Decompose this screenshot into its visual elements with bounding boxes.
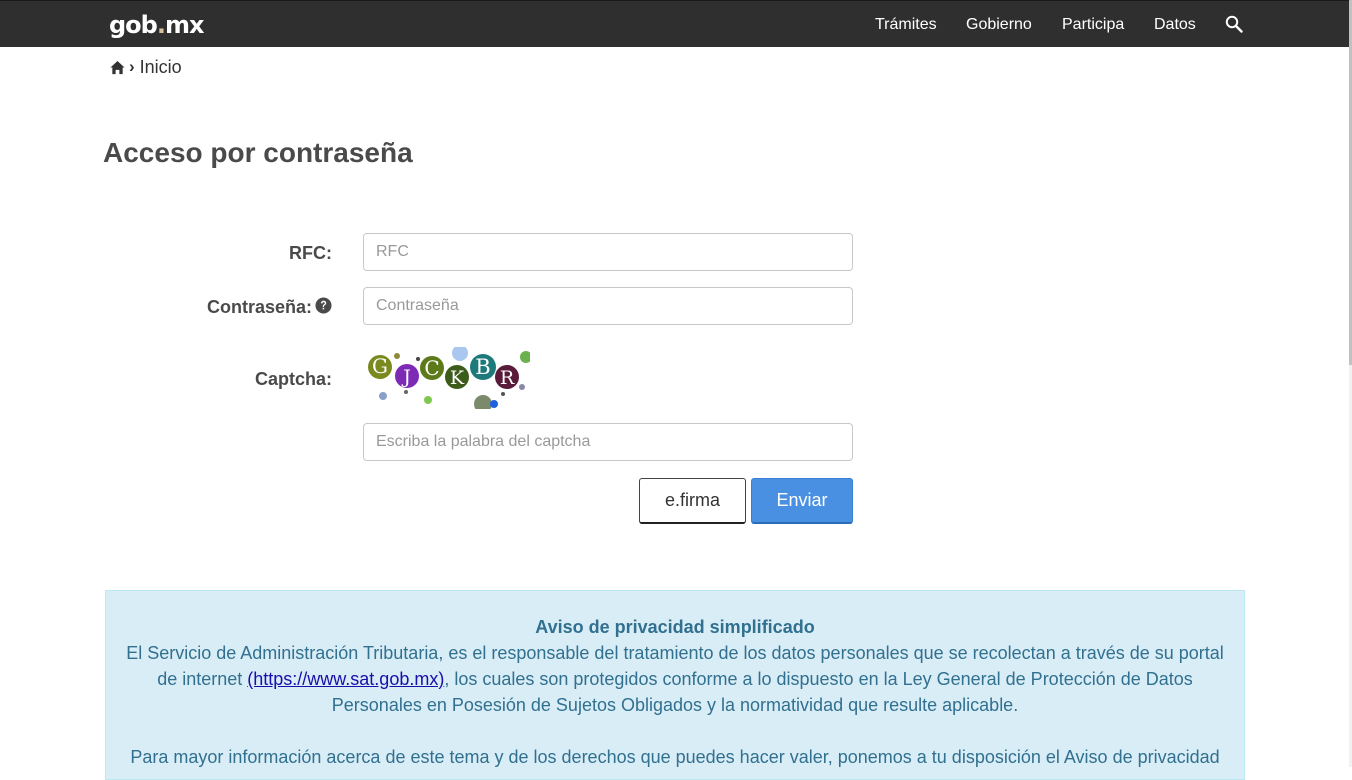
rfc-input[interactable] <box>363 233 853 271</box>
privacy-notice-title: Aviso de privacidad simplificado <box>535 617 815 637</box>
breadcrumb: › Inicio <box>110 57 182 77</box>
question-circle-icon[interactable] <box>315 297 332 314</box>
captcha-label: Captcha: <box>254 369 332 389</box>
gobmx-logo[interactable]: gob.mx <box>109 10 204 40</box>
nav-gobierno[interactable]: Gobierno <box>966 15 1032 35</box>
password-input[interactable] <box>363 287 853 325</box>
captcha-char: C <box>424 356 439 380</box>
logo-main-text: gob <box>109 11 158 39</box>
page-title: Acceso por contraseña <box>103 137 413 168</box>
captcha-char: K <box>450 367 465 389</box>
captcha-image: G J C K B R <box>368 347 530 409</box>
password-label-row: Contraseña: <box>150 296 332 318</box>
efirma-button[interactable]: e.firma <box>639 478 746 524</box>
password-label: Contraseña: <box>206 297 312 317</box>
captcha-input[interactable] <box>363 423 853 461</box>
breadcrumb-inicio[interactable]: Inicio <box>140 57 182 78</box>
search-icon[interactable] <box>1225 15 1243 33</box>
captcha-char: B <box>475 355 490 379</box>
submit-button[interactable]: Enviar <box>751 478 853 524</box>
captcha-char: G <box>372 354 388 378</box>
logo-suffix-text: mx <box>164 11 204 39</box>
top-navbar: gob.mx Trámites Gobierno Participa Datos <box>0 0 1349 47</box>
captcha-char: J <box>401 366 411 388</box>
rfc-label: RFC: <box>289 243 332 263</box>
breadcrumb-separator: › <box>129 57 135 76</box>
privacy-more-info: Para mayor información acerca de este te… <box>130 747 1220 767</box>
captcha-char: R <box>500 367 515 389</box>
privacy-body-text-end: , los cuales son protegidos conforme a l… <box>331 669 1193 715</box>
logo-dot: . <box>156 11 166 39</box>
privacy-notice: Aviso de privacidad simplificado El Serv… <box>105 590 1245 780</box>
nav-participa[interactable]: Participa <box>1062 15 1124 35</box>
nav-tramites[interactable]: Trámites <box>875 15 937 35</box>
home-icon[interactable] <box>110 60 125 75</box>
nav-datos[interactable]: Datos <box>1154 15 1196 35</box>
privacy-notice-body: El Servicio de Administración Tributaria… <box>116 640 1234 718</box>
sat-link[interactable]: (https://www.sat.gob.mx) <box>247 669 444 689</box>
